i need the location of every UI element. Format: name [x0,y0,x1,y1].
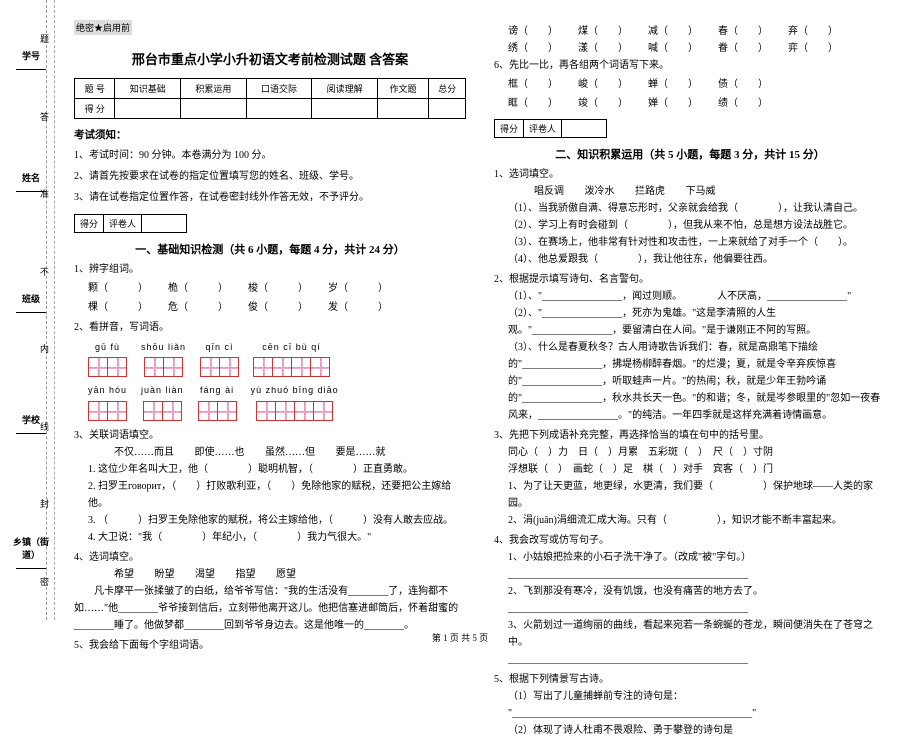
field-label: 学校 [22,415,40,425]
notice-list: 1、考试时间：90 分钟。本卷满分为 100 分。 2、请首先按要求在试卷的指定… [74,147,466,206]
right-column: 谤（ ） 煤（ ） 减（ ） 春（ ） 弃（ ） 绣（ ） 漾（ ） 喊（ ） … [480,20,900,620]
binding-margin: 学号 姓名 班级 学校 乡镇（街道） 题 答 准 不 内 线 封 密 [0,0,55,620]
score-mini-box-2: 得分 评卷人 [494,119,607,138]
page-footer: 第 1 页 共 5 页 [0,631,920,644]
field-label: 姓名 [22,173,40,183]
q6: 6、先比一比，再各组两个词语写下来。 框（ ） 峻（ ） 蝉（ ） 债（ ） 眶… [494,57,886,112]
p2q5: 5、根据下列情景写古诗。 （1）写出了儿童捕蝉前专注的诗句是： "_______… [494,671,886,739]
tianzi-row-2: yān hóu juàn liàn fáng ài yù zhuó bīng d… [88,383,466,420]
q2: 2、看拼音，写词语。 gū fù shōu liǎn qīn cì cēn cī… [74,319,466,421]
exam-title: 邢台市重点小学小升初语文考前检测试题 含答案 [74,49,466,68]
part2-title: 二、知识积累运用（共 5 小题，每题 3 分，共计 15 分） [494,146,886,162]
part1-title: 一、基础知识检测（共 6 小题，每题 4 分，共计 24 分） [74,241,466,257]
table-row: 得 分 [75,99,466,119]
q1: 1、辨字组词。 颗（ ） 桅（ ） 梭（ ） 岁（ ） 棵（ ） 危（ ） 俊（… [74,261,466,316]
page-body: 绝密★启用前 邢台市重点小学小升初语文考前检测试题 含答案 题 号 知识基础 积… [0,0,920,620]
p2q3: 3、先把下列成语补充完整，再选择恰当的填在句中的括号里。 同心（ ）力 日（ ）… [494,427,886,529]
p2q1: 1、选词填空。 唱反调 泼冷水 拦路虎 下马威 （1）、当我骄傲自满、得意忘形时… [494,166,886,268]
p2q2: 2、根据提示填写诗句、名言警句。 （1）、"________________，闻… [494,271,886,424]
q3: 3、关联词语填空。 不仅……而且 即使……也 虽然……但 要是……就 1. 这位… [74,427,466,546]
classification-tag: 绝密★启用前 [74,20,132,35]
score-table: 题 号 知识基础 积累运用 口语交际 阅读理解 作文题 总分 得 分 [74,78,466,119]
field-label: 学号 [22,51,40,61]
spine-warning-chars: 题 答 准 不 内 线 封 密 [40,0,49,620]
notice-heading: 考试须知： [74,127,466,142]
q5-continued: 谤（ ） 煤（ ） 减（ ） 春（ ） 弃（ ） [494,22,886,37]
field-label: 班级 [22,294,40,304]
p2q4: 4、我会改写或仿写句子。 1、小姑娘把捡来的小石子洗干净了。（改成"被"字句。）… [494,532,886,668]
tianzi-row-1: gū fù shōu liǎn qīn cì cēn cī bù qí [88,340,466,377]
table-row: 题 号 知识基础 积累运用 口语交际 阅读理解 作文题 总分 [75,79,466,99]
q4: 4、选词填空。 希望 盼望 渴望 指望 愿望 凡卡摩平一张揉皱了的白纸，给爷爷写… [74,549,466,634]
score-mini-box: 得分 评卷人 [74,214,187,233]
left-column: 绝密★启用前 邢台市重点小学小升初语文考前检测试题 含答案 题 号 知识基础 积… [60,20,480,620]
